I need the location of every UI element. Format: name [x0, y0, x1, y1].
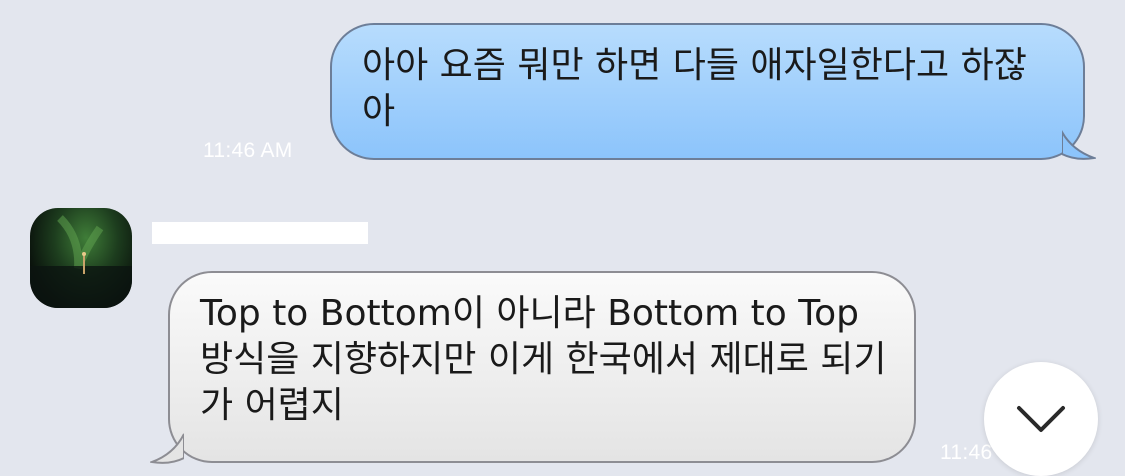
sender-name-redacted [152, 222, 368, 244]
scroll-to-bottom-button[interactable] [984, 362, 1098, 476]
outgoing-message-bubble[interactable]: 아아 요즘 뭐만 하면 다들 애자일한다고 하잖아 [330, 23, 1085, 160]
outgoing-bubble-tail [1062, 129, 1096, 160]
incoming-message-text: Top to Bottom이 아니라 Bottom to Top 방식을 지향하… [200, 293, 887, 426]
incoming-message-timestamp: 11:46 [940, 441, 993, 464]
outgoing-message-timestamp: 11:46 AM [203, 139, 293, 162]
incoming-bubble-tail [150, 433, 184, 464]
chevron-down-icon [1017, 406, 1065, 432]
incoming-message-bubble[interactable]: Top to Bottom이 아니라 Bottom to Top 방식을 지향하… [168, 271, 916, 463]
aurora-image-icon [30, 215, 132, 308]
outgoing-message-text: 아아 요즘 뭐만 하면 다들 애자일한다고 하잖아 [362, 45, 1027, 132]
sender-avatar[interactable] [30, 208, 132, 308]
